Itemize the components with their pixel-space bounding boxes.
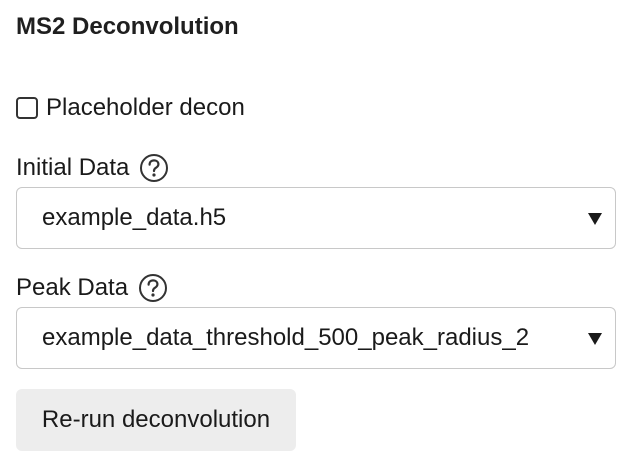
initial-data-selected-value: example_data.h5 (42, 204, 227, 231)
dropdown-arrow-icon (588, 333, 602, 345)
peak-data-label-row: Peak Data (16, 273, 168, 303)
initial-data-label: Initial Data (16, 154, 130, 181)
initial-data-select[interactable]: example_data.h5 (16, 187, 616, 249)
question-circle-icon[interactable] (138, 273, 168, 303)
peak-data-select[interactable]: example_data_threshold_500_peak_radius_2 (16, 307, 616, 369)
placeholder-decon-checkbox[interactable] (16, 97, 38, 119)
question-circle-icon[interactable] (139, 153, 169, 183)
peak-data-selected-value: example_data_threshold_500_peak_radius_2 (42, 324, 530, 351)
dropdown-arrow-icon (588, 213, 602, 225)
placeholder-decon-checkbox-row[interactable]: Placeholder decon (16, 93, 245, 123)
section-title: MS2 Deconvolution (16, 13, 239, 40)
rerun-deconvolution-button[interactable]: Re-run deconvolution (16, 389, 296, 451)
peak-data-label: Peak Data (16, 274, 129, 301)
placeholder-decon-label[interactable]: Placeholder decon (46, 94, 245, 122)
initial-data-label-row: Initial Data (16, 153, 169, 183)
